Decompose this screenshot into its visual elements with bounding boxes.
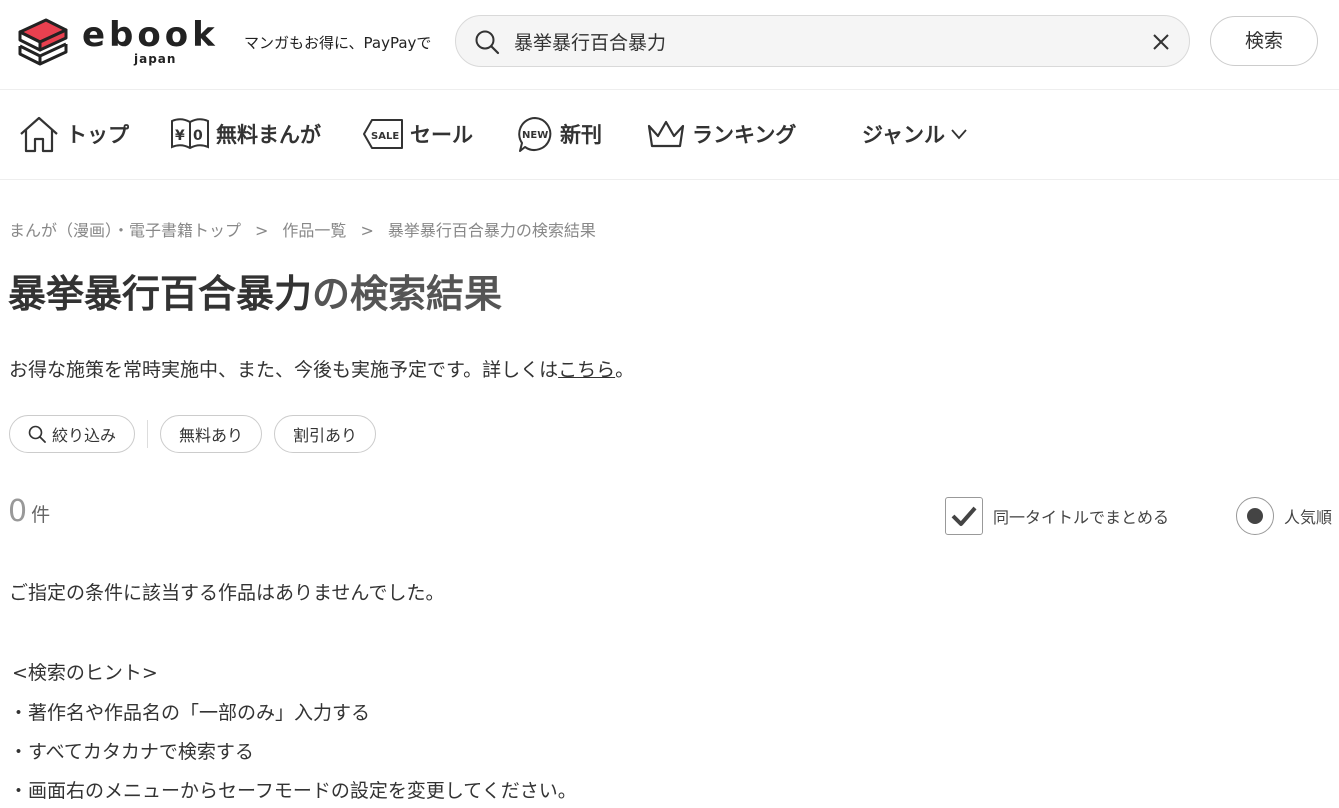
title-suffix: の検索結果	[312, 272, 503, 316]
sale-tag-icon: SALE	[363, 119, 403, 149]
breadcrumb-list-link[interactable]: 作品一覧	[282, 221, 346, 240]
no-result-message: ご指定の条件に該当する作品はありませんでした。	[9, 582, 445, 604]
svg-text:0: 0	[193, 128, 203, 144]
crown-icon	[647, 120, 685, 148]
nav-label-top: トップ	[66, 123, 129, 147]
search-hint-item: ・画面右のメニューからセーフモードの設定を変更してください。	[9, 780, 577, 802]
ebookjapan-logo[interactable]: ebook japan	[16, 12, 226, 70]
result-count-unit: 件	[31, 504, 51, 526]
search-hint-item: ・著作名や作品名の「一部のみ」入力する	[9, 702, 371, 724]
nav-item-genre[interactable]: ジャンル	[862, 114, 969, 154]
promo-link[interactable]: こちら	[558, 359, 615, 381]
nav-item-ranking[interactable]: ランキング	[646, 114, 796, 154]
sort-popular-label: 人気順	[1284, 508, 1333, 527]
search-hint-item: ・すべてカタカナで検索する	[9, 741, 254, 763]
svg-text:¥: ¥	[175, 128, 185, 144]
main-nav: トップ ¥ 0 無料まんが SALE セール NEW 新刊 ランキング ジャンル	[0, 90, 1339, 180]
page-title: 暴挙暴行百合暴力の検索結果	[8, 272, 502, 318]
nav-item-sale[interactable]: SALE セール	[362, 114, 473, 154]
promo-body: お得な施策を常時実施中、また、今後も実施予定です。詳しくは	[9, 359, 559, 381]
search-icon	[28, 425, 46, 443]
logo-wordmark: ebook	[82, 15, 219, 55]
new-badge-icon: NEW	[518, 117, 552, 152]
book-stack-logo-icon	[18, 18, 68, 66]
search-box[interactable]	[455, 15, 1190, 67]
sort-popular-radio[interactable]	[1236, 497, 1274, 535]
nav-item-new[interactable]: NEW 新刊	[516, 114, 602, 154]
nav-label-free: 無料まんが	[216, 123, 321, 147]
promo-end: 。	[615, 359, 635, 381]
checkmark-icon	[951, 506, 977, 526]
svg-text:SALE: SALE	[371, 131, 399, 142]
group-same-title-checkbox[interactable]	[945, 497, 983, 535]
nav-label-ranking: ランキング	[692, 123, 797, 147]
home-icon	[20, 116, 58, 153]
promo-text: お得な施策を常時実施中、また、今後も実施予定です。詳しくはこちら。	[9, 355, 634, 382]
nav-item-free[interactable]: ¥ 0 無料まんが	[170, 114, 321, 154]
search-icon	[475, 30, 500, 55]
search-input[interactable]	[514, 26, 1114, 56]
nav-item-top[interactable]: トップ	[18, 114, 129, 154]
sort-popular-option[interactable]: 人気順	[1236, 497, 1332, 535]
nav-label-new: 新刊	[560, 123, 602, 147]
chevron-down-icon	[951, 129, 967, 140]
group-same-title-toggle[interactable]: 同一タイトルでまとめる	[945, 497, 1169, 535]
free-filter-chip[interactable]: 無料あり	[160, 415, 263, 453]
search-button[interactable]: 検索	[1210, 16, 1318, 66]
clear-icon[interactable]	[1150, 31, 1172, 53]
nav-label-sale: セール	[410, 123, 473, 147]
nav-label-genre: ジャンル	[862, 123, 945, 147]
filter-bar: 絞り込み 無料あり 割引あり	[9, 414, 377, 454]
breadcrumb-home-link[interactable]: まんが（漫画）・電子書籍トップ	[9, 221, 241, 240]
radio-selected-dot	[1247, 508, 1263, 524]
discount-filter-chip[interactable]: 割引あり	[274, 415, 377, 453]
header-tagline: マンガもお得に、PayPayで	[244, 34, 432, 52]
narrow-filter-label: 絞り込み	[52, 426, 117, 445]
group-same-title-label: 同一タイトルでまとめる	[993, 508, 1170, 527]
breadcrumb-separator: >	[360, 221, 374, 240]
narrow-filter-button[interactable]: 絞り込み	[9, 415, 136, 453]
result-count: 0件	[8, 494, 50, 529]
result-count-number: 0	[8, 494, 28, 529]
title-keyword: 暴挙暴行百合暴力	[8, 272, 313, 316]
search-hint-title: <検索のヒント>	[12, 662, 158, 684]
breadcrumb: まんが（漫画）・電子書籍トップ > 作品一覧 > 暴挙暴行百合暴力の検索結果	[9, 217, 596, 241]
breadcrumb-separator: >	[255, 221, 269, 240]
svg-text:NEW: NEW	[522, 130, 548, 141]
breadcrumb-current: 暴挙暴行百合暴力の検索結果	[387, 221, 596, 240]
site-header: ebook japan マンガもお得に、PayPayで 検索	[0, 0, 1339, 90]
filter-divider	[147, 420, 149, 448]
free-book-icon: ¥ 0	[171, 118, 209, 150]
logo-subtext: japan	[134, 52, 177, 66]
